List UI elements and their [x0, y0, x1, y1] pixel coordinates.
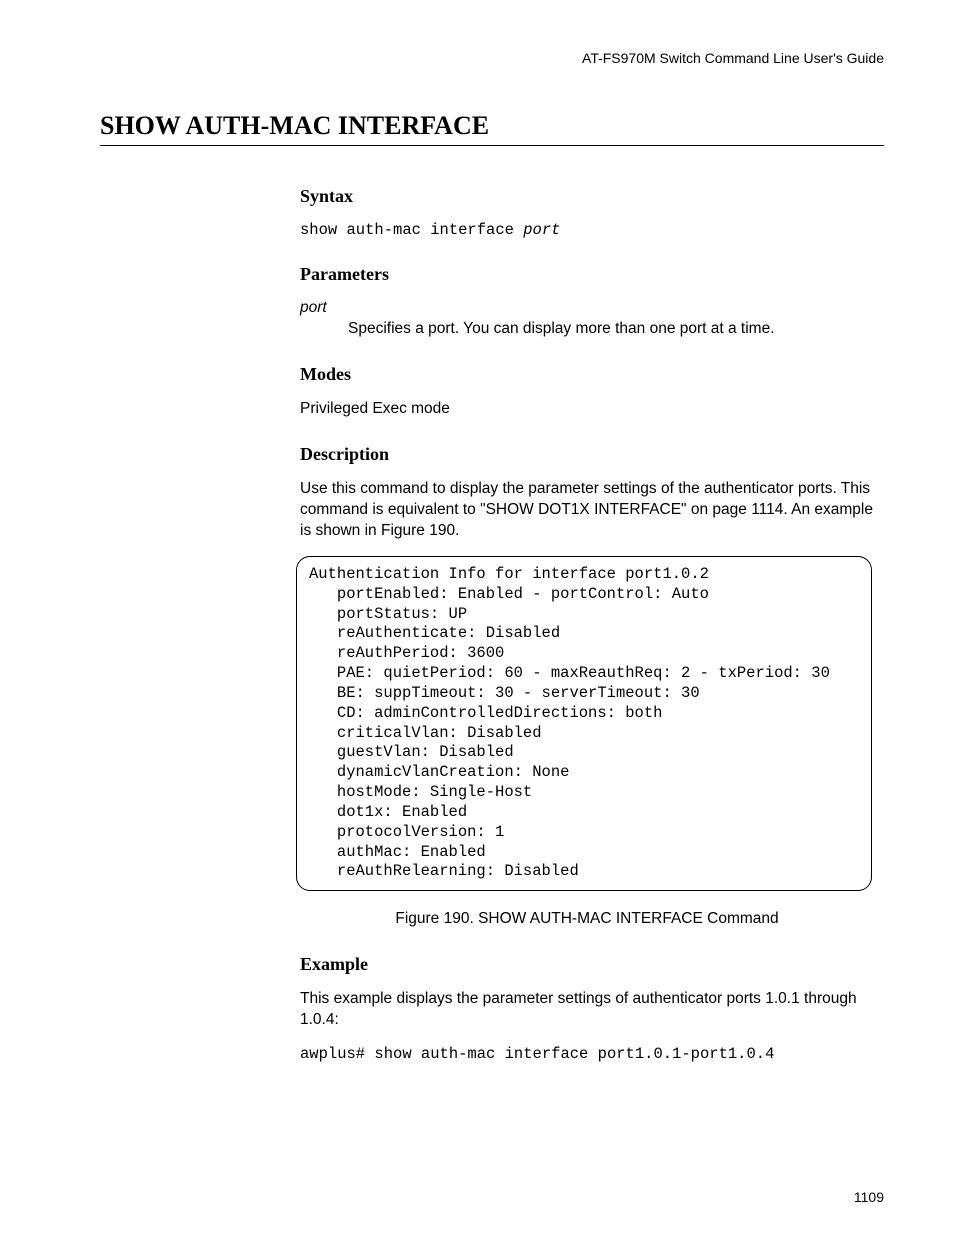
parameter-block: port Specifies a port. You can display m… [300, 299, 874, 340]
output-line: guestVlan: Disabled [309, 743, 859, 763]
output-line: hostMode: Single-Host [309, 783, 859, 803]
parameter-desc: Specifies a port. You can display more t… [348, 319, 874, 340]
syntax-line: show auth-mac interface port [300, 221, 874, 240]
output-line: CD: adminControlledDirections: both [309, 704, 859, 724]
modes-heading: Modes [300, 364, 874, 385]
parameters-heading: Parameters [300, 264, 874, 285]
output-line: reAuthPeriod: 3600 [309, 644, 859, 664]
syntax-arg: port [523, 221, 560, 239]
syntax-heading: Syntax [300, 186, 874, 207]
output-line: portEnabled: Enabled - portControl: Auto [309, 585, 859, 605]
output-box: Authentication Info for interface port1.… [296, 556, 872, 891]
figure-caption: Figure 190. SHOW AUTH-MAC INTERFACE Comm… [300, 909, 874, 930]
output-line: dynamicVlanCreation: None [309, 763, 859, 783]
modes-text: Privileged Exec mode [300, 399, 874, 420]
output-line: reAuthenticate: Disabled [309, 624, 859, 644]
page-title: SHOW AUTH-MAC INTERFACE [100, 111, 884, 146]
output-line: PAE: quietPeriod: 60 - maxReauthReq: 2 -… [309, 664, 859, 684]
running-header: AT-FS970M Switch Command Line User's Gui… [100, 50, 884, 66]
example-command: awplus# show auth-mac interface port1.0.… [300, 1045, 874, 1064]
output-line: protocolVersion: 1 [309, 823, 859, 843]
output-line: portStatus: UP [309, 605, 859, 625]
example-intro: This example displays the parameter sett… [300, 989, 874, 1031]
page-number: 1109 [854, 1189, 884, 1205]
output-line: authMac: Enabled [309, 843, 859, 863]
description-heading: Description [300, 444, 874, 465]
description-text: Use this command to display the paramete… [300, 479, 874, 542]
output-line: Authentication Info for interface port1.… [309, 565, 859, 585]
syntax-command: show auth-mac interface [300, 221, 523, 239]
example-heading: Example [300, 954, 874, 975]
output-line: dot1x: Enabled [309, 803, 859, 823]
parameter-name: port [300, 299, 874, 317]
output-line: reAuthRelearning: Disabled [309, 862, 859, 882]
output-line: BE: suppTimeout: 30 - serverTimeout: 30 [309, 684, 859, 704]
output-line: criticalVlan: Disabled [309, 724, 859, 744]
